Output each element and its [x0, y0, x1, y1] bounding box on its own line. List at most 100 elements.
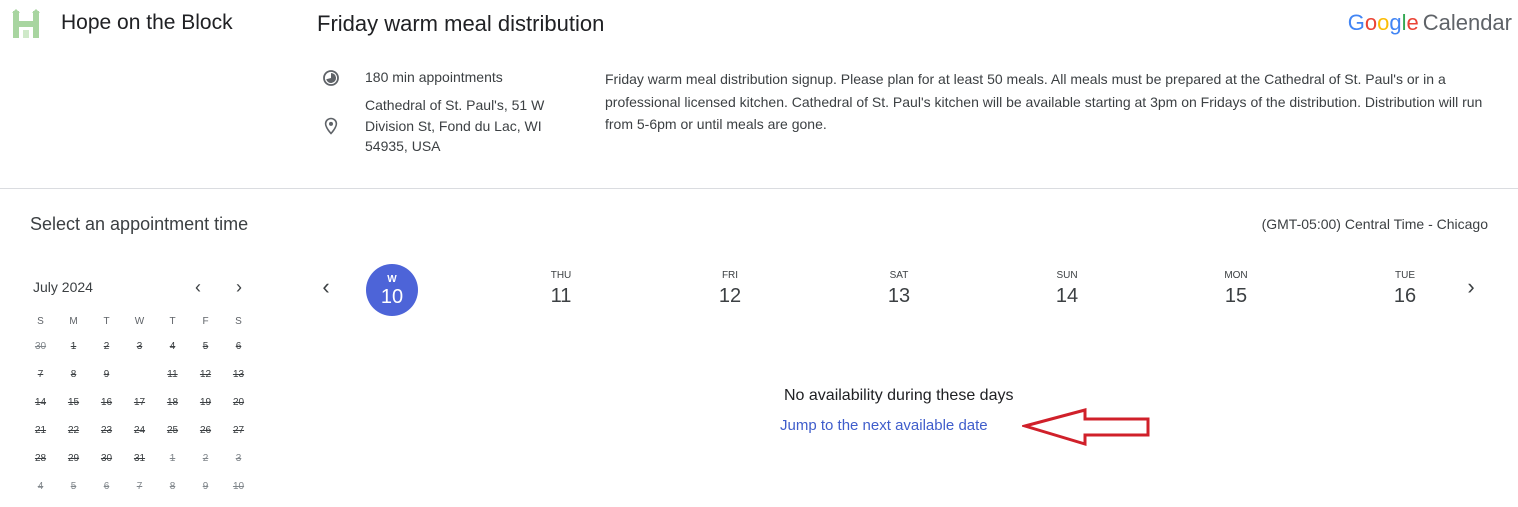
event-description: Friday warm meal distribution signup. Pl…: [605, 71, 1483, 132]
mini-calendar-day[interactable]: 30: [90, 453, 123, 464]
select-appointment-heading: Select an appointment time: [30, 214, 249, 234]
mini-calendar-day[interactable]: 6: [222, 341, 255, 352]
mini-calendar-week-row: 7 8 9 10 11 12 13: [24, 360, 255, 388]
chevron-left-icon: ‹: [195, 276, 201, 297]
mini-calendar-day[interactable]: 10: [222, 481, 255, 492]
week-day-number: 13: [887, 285, 911, 307]
week-day-number: 14: [1055, 285, 1079, 307]
mini-calendar-week-row: 30 1 2 3 4 5 6: [24, 332, 255, 360]
mini-calendar-weekday: F: [202, 315, 209, 327]
mini-calendar-day[interactable]: 29: [57, 453, 90, 464]
mini-calendar-day[interactable]: 23: [90, 425, 123, 436]
mini-calendar-day[interactable]: 2: [189, 453, 222, 464]
mini-calendar-week-row: 21 22 23 24 25 26 27: [24, 416, 255, 444]
mini-calendar-day[interactable]: 17: [123, 397, 156, 408]
mini-calendar-day[interactable]: 4: [24, 481, 57, 492]
google-letter: g: [1389, 10, 1402, 35]
google-wordmark: Google: [1348, 10, 1419, 35]
week-next-button[interactable]: ›: [1459, 274, 1483, 299]
mini-calendar-weekday: M: [69, 315, 78, 327]
mini-calendar-week-row: 4 5 6 7 8 9 10: [24, 472, 255, 500]
week-day-name: THU: [550, 270, 572, 281]
mini-calendar-day[interactable]: 27: [222, 425, 255, 436]
mini-calendar-day[interactable]: 8: [57, 369, 90, 380]
week-day-number: 12: [718, 285, 742, 307]
mini-calendar-day[interactable]: 1: [57, 341, 90, 352]
mini-calendar-day[interactable]: 21: [24, 425, 57, 436]
section-divider: [0, 188, 1518, 189]
no-availability-message: No availability during these days: [784, 387, 1014, 404]
mini-calendar-day[interactable]: 22: [57, 425, 90, 436]
week-day-name: SAT: [889, 270, 909, 281]
mini-calendar-day[interactable]: 9: [90, 369, 123, 380]
mini-calendar-day[interactable]: 24: [123, 425, 156, 436]
week-day-selected[interactable]: W 10: [366, 264, 418, 316]
mini-calendar-day[interactable]: 13: [222, 369, 255, 380]
mini-calendar-day[interactable]: 5: [189, 341, 222, 352]
mini-calendar-day[interactable]: 14: [24, 397, 57, 408]
mini-calendar-month: July 2024: [33, 279, 93, 295]
mini-calendar-weekday-row: SMTWTFS: [24, 310, 255, 332]
week-day[interactable]: THU 11: [521, 264, 601, 308]
arrow-annotation: [1022, 408, 1150, 447]
mini-calendar-day[interactable]: 19: [189, 397, 222, 408]
mini-calendar-day[interactable]: 7: [123, 481, 156, 492]
mini-calendar-day[interactable]: 2: [90, 341, 123, 352]
mini-calendar-day[interactable]: 20: [222, 397, 255, 408]
mini-calendar-day[interactable]: 1: [156, 453, 189, 464]
mini-calendar-weekday: S: [37, 315, 44, 327]
mini-calendar-day[interactable]: 16: [90, 397, 123, 408]
week-day-number: 11: [550, 285, 572, 307]
mini-calendar-day[interactable]: 5: [57, 481, 90, 492]
week-prev-button[interactable]: ‹: [314, 274, 338, 299]
chevron-right-icon: ›: [1467, 274, 1475, 299]
google-letter: o: [1364, 10, 1378, 35]
week-day[interactable]: TUE 16: [1365, 264, 1445, 308]
mini-calendar-day[interactable]: 3: [222, 453, 255, 464]
mini-calendar-weekday: T: [103, 315, 110, 327]
mini-calendar-day[interactable]: 3: [123, 341, 156, 352]
mini-calendar-next-button[interactable]: ›: [228, 276, 250, 298]
week-day-number: 15: [1224, 285, 1248, 307]
mini-calendar-day[interactable]: 28: [24, 453, 57, 464]
mini-calendar-day[interactable]: 26: [189, 425, 222, 436]
logo-icon: [12, 9, 40, 38]
week-day[interactable]: SUN 14: [1027, 264, 1107, 308]
week-day[interactable]: SAT 13: [859, 264, 939, 308]
event-title: Friday warm meal distribution: [317, 11, 605, 36]
clock-icon: [323, 70, 339, 86]
mini-calendar-day[interactable]: 15: [57, 397, 90, 408]
google-letter: e: [1406, 10, 1419, 35]
location-pin-icon: [324, 117, 338, 135]
google-calendar-brand: Google Calendar: [1348, 10, 1512, 36]
mini-calendar-day[interactable]: 31: [123, 453, 156, 464]
mini-calendar-day[interactable]: 4: [156, 341, 189, 352]
mini-calendar-day[interactable]: 9: [189, 481, 222, 492]
mini-calendar-selected-day[interactable]: 10: [123, 361, 156, 387]
jump-to-next-available-link[interactable]: Jump to the next available date: [780, 417, 988, 434]
mini-calendar-day[interactable]: 25: [156, 425, 189, 436]
mini-calendar-day[interactable]: 12: [189, 369, 222, 380]
mini-calendar-grid: S M T W T F S 30 1 2 3 4 5 6 7 8 9 10 11 12 13 14 15 16 17 18 19 20…: [24, 310, 255, 500]
week-day-name: FRI: [721, 270, 739, 281]
mini-calendar-day[interactable]: 30: [24, 341, 57, 352]
mini-calendar-week-row: 14 15 16 17 18 19 20: [24, 388, 255, 416]
mini-calendar-prev-button[interactable]: ‹: [187, 276, 209, 298]
duration-text: 180 min appointments: [365, 69, 503, 85]
mini-calendar-day[interactable]: 11: [156, 369, 189, 380]
week-day-name: TUE: [1395, 270, 1415, 281]
google-letter: G: [1347, 10, 1365, 35]
mini-calendar-day[interactable]: 8: [156, 481, 189, 492]
week-day[interactable]: FRI 12: [690, 264, 770, 308]
mini-calendar-day[interactable]: 7: [24, 369, 57, 380]
chevron-right-icon: ›: [236, 276, 242, 297]
timezone-selector[interactable]: (GMT-05:00) Central Time - Chicago: [1262, 216, 1488, 232]
mini-calendar-day[interactable]: 6: [90, 481, 123, 492]
week-day-number: 10: [380, 286, 404, 308]
week-day[interactable]: MON 15: [1196, 264, 1276, 308]
mini-calendar-day[interactable]: 18: [156, 397, 189, 408]
week-day-number: 16: [1393, 285, 1417, 307]
mini-calendar-week-row: 28 29 30 31 1 2 3: [24, 444, 255, 472]
chevron-left-icon: ‹: [322, 274, 330, 299]
google-letter: o: [1377, 10, 1390, 35]
